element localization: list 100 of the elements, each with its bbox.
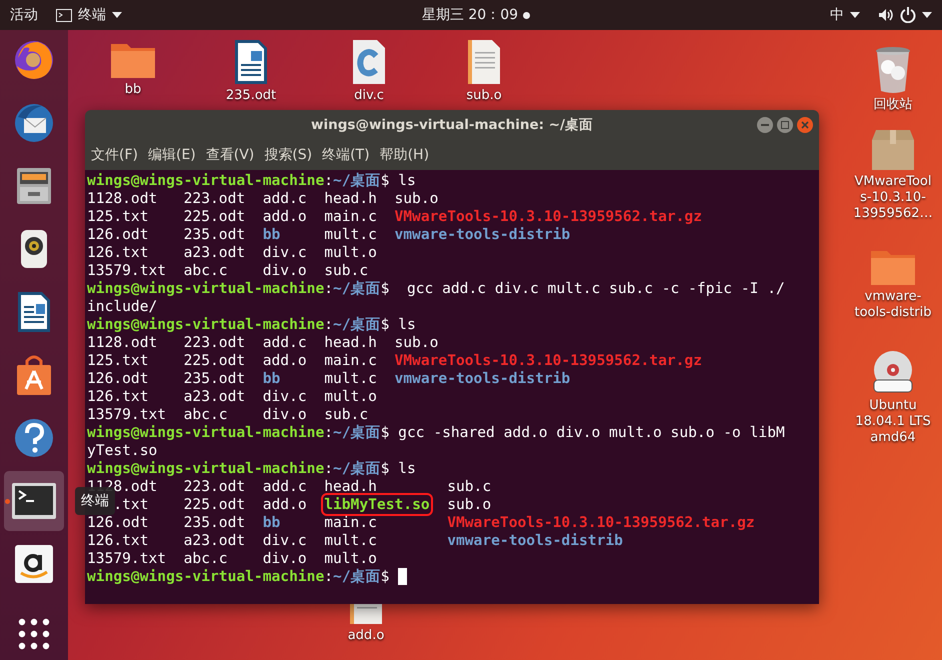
minimize-button[interactable] <box>757 117 773 133</box>
power-icon[interactable] <box>900 7 916 23</box>
file-name: 126.odt <box>87 370 149 387</box>
menu-item[interactable]: 编辑(E) <box>148 146 196 164</box>
desktop-icon-label[interactable]: add.o <box>321 628 411 644</box>
file-name: 13579.txt <box>87 262 166 279</box>
menu-item[interactable]: 文件(F) <box>91 146 138 164</box>
prompt-path: ~/桌面 <box>333 280 381 298</box>
prompt-separator: : <box>324 460 334 478</box>
menu-item[interactable]: 终端(T) <box>322 146 370 164</box>
file-name: 223.odt <box>184 478 246 495</box>
command-text: $ gcc -shared add.o div.o mult.o sub.o -o libM <box>380 424 785 442</box>
desktop-icon-label[interactable]: Ubuntu 18.04.1 LTS amd64 <box>853 398 933 446</box>
file-name: a23.odt <box>184 532 246 549</box>
caret-icon <box>850 12 860 18</box>
close-icon <box>801 121 809 129</box>
file-name: a23.odt <box>184 388 246 405</box>
file-name: main.c <box>324 352 377 369</box>
menu-item[interactable]: 搜索(S) <box>264 146 312 164</box>
file-name: 225.odt <box>184 352 246 369</box>
file-name: div.c <box>262 244 307 261</box>
terminal-icon <box>56 8 72 22</box>
volume-icon[interactable] <box>878 8 894 22</box>
caret-icon <box>112 12 122 18</box>
command-text: $ ls <box>380 172 416 190</box>
file-name: sub.o <box>447 496 492 513</box>
desktop-icon-label[interactable]: vmware-tools-distrib <box>853 289 933 321</box>
file-name: div.o <box>262 262 307 279</box>
command-text: $ ls <box>380 460 416 478</box>
file-name: head.h <box>324 334 377 351</box>
app-menu[interactable]: 终端 <box>78 6 106 24</box>
file-name: 225.odt <box>184 496 246 513</box>
file-name: sub.c <box>447 478 492 495</box>
activities-button[interactable]: 活动 <box>10 6 38 24</box>
file-name: add.o <box>262 352 307 369</box>
file-name: VMwareTools-10.3.10-13959562.tar.gz <box>394 208 702 225</box>
file-name: 223.odt <box>184 190 246 207</box>
file-name: div.c <box>262 388 307 405</box>
prompt-user: wings@wings-virtual-machine <box>87 172 324 190</box>
prompt-path: ~/桌面 <box>333 568 381 586</box>
file-name: add.c <box>262 478 307 495</box>
file-name: 126.txt <box>87 388 149 405</box>
input-method-menu[interactable]: 中 <box>830 6 844 24</box>
help-icon <box>13 417 55 459</box>
file-name: head.h <box>324 190 377 207</box>
file-name: add.o <box>262 208 307 225</box>
file-name: a23.odt <box>184 244 246 261</box>
desktop-icon-label[interactable]: 回收站 <box>853 97 933 113</box>
desktop-icon-label[interactable]: sub.o <box>439 88 529 104</box>
maximize-button[interactable] <box>777 117 793 133</box>
menu-item[interactable]: 查看(V) <box>206 146 254 164</box>
file-name: 13579.txt <box>87 550 166 567</box>
file-name: div.c <box>262 532 307 549</box>
clock[interactable]: 星期三 20：09 <box>422 6 518 24</box>
prompt-user: wings@wings-virtual-machine <box>87 460 324 478</box>
directory-name: bb <box>262 370 280 387</box>
globe-fox-icon <box>12 38 56 82</box>
file-name: mult.o <box>324 388 377 405</box>
file-name: 1128.odt <box>87 334 158 351</box>
prompt-separator: : <box>324 172 334 190</box>
file-name: abc.c <box>184 550 228 567</box>
prompt-path: ~/桌面 <box>333 424 381 442</box>
terminal-icon <box>11 482 57 520</box>
file-name: mult.c <box>324 226 377 243</box>
file-name: 225.odt <box>184 208 246 225</box>
file-name: main.c <box>324 514 377 531</box>
caret-icon <box>922 12 932 18</box>
dock-item[interactable] <box>4 471 64 531</box>
trash-icon <box>873 45 913 95</box>
file-name: sub.o <box>394 334 438 351</box>
desktop-icon-label[interactable]: bb <box>88 82 178 98</box>
directory-name: bb <box>262 514 280 531</box>
file-name: div.o <box>262 406 307 423</box>
tooltip: 终端 <box>75 487 115 515</box>
file-name: 223.odt <box>184 334 246 351</box>
output-text: include/ <box>87 298 158 316</box>
file-name: 125.txt <box>87 352 149 369</box>
file-name: sub.c <box>324 406 368 423</box>
file-name: mult.o <box>324 244 377 261</box>
command-text: $ ls <box>380 316 416 334</box>
desktop-icon-label[interactable]: VMwareTools-10.3.10-13959562… <box>853 174 933 222</box>
file-name: mult.o <box>324 550 377 567</box>
command-text: $ <box>380 568 390 586</box>
file-name: 126.txt <box>87 532 149 549</box>
file-name: VMwareTools-10.3.10-13959562.tar.gz <box>394 352 702 369</box>
grid-dots-icon <box>18 618 50 650</box>
file-name: 1128.odt <box>87 190 158 207</box>
menu-item[interactable]: 帮助(H) <box>380 146 430 164</box>
file-name: 126.odt <box>87 226 149 243</box>
desktop-icon-label[interactable]: div.c <box>324 88 414 104</box>
prompt-path: ~/桌面 <box>333 460 381 478</box>
file-name: main.c <box>324 208 377 225</box>
directory-name: vmware-tools-distrib <box>394 226 570 243</box>
prompt-separator: : <box>324 280 334 298</box>
desktop-icon-label[interactable]: 235.odt <box>206 88 296 104</box>
file-name: 235.odt <box>184 370 246 387</box>
close-button[interactable] <box>797 117 813 133</box>
directory-name: vmware-tools-distrib <box>447 532 623 549</box>
prompt-separator: : <box>324 424 334 442</box>
file-name: add.c <box>262 334 307 351</box>
